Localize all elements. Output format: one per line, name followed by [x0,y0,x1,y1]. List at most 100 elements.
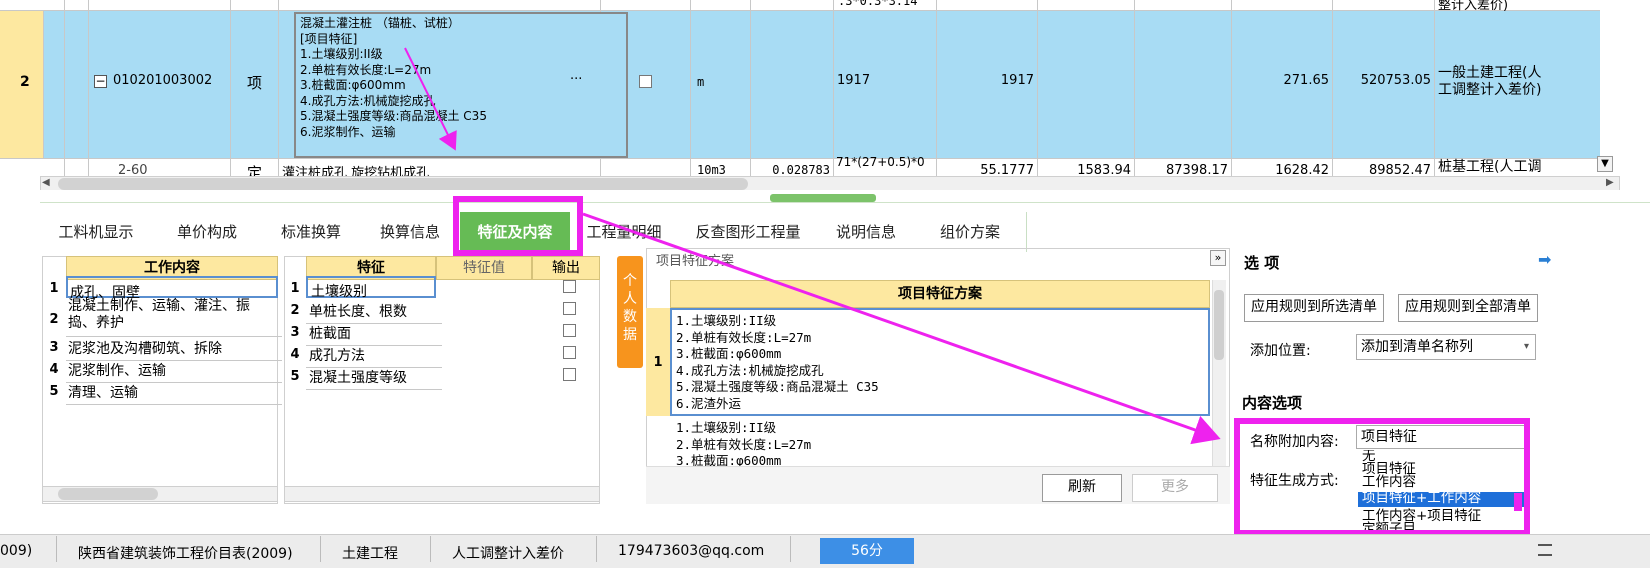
row-number: 2 [290,303,300,318]
category-line: 工调整计入差价) [1438,82,1542,98]
item-category: 一般土建工程(人 工调整计入差价) [1438,65,1541,99]
feature-output-checkbox[interactable] [563,280,576,293]
feature-output-checkbox[interactable] [563,368,576,381]
sub-item-coef: 0.028783 [772,163,830,177]
scheme-line: 3.桩截面:φ600mm [676,346,782,361]
row-number: 5 [49,384,59,399]
tab-reverse-query[interactable]: 反查图形工程量 [678,212,819,252]
work-content-text: 捣、养护 [68,315,124,331]
chevron-down-icon: ▾ [1523,341,1529,352]
ellipsis-button[interactable]: ··· [570,72,582,87]
scheme-item[interactable]: 1.土壤级别:II级 2.单桩有效长度:L=27m 3.桩截面:φ600mm [670,418,1210,466]
scheme-item[interactable]: 1.土壤级别:II级 2.单桩有效长度:L=27m 3.桩截面:φ600mm 4… [670,308,1210,416]
row-checkbox[interactable] [639,75,652,88]
quantity: 1917 [1000,73,1034,88]
score-badge[interactable]: 56分 [820,538,914,564]
desc-line: [项目特征] [300,31,358,46]
collapse-toggle-icon[interactable]: − [94,75,107,88]
row-number: 4 [49,362,59,377]
tab-conversion-info[interactable]: 换算信息 [360,212,461,252]
scheme-line: 5.混凝土强度等级:商品混凝土 C35 [676,379,879,394]
splitter-line [40,202,1650,203]
scheme-line: 1.土壤级别:II级 [676,313,777,328]
scheme-title: 项目特征方案 [656,254,735,269]
refresh-button[interactable]: 刷新 [1042,474,1122,502]
work-content-item[interactable]: 混凝土制作、运输、灌注、振 捣、养护 [66,298,282,337]
partial-category: 整计入差价) [1438,0,1509,13]
item-type: 项 [247,74,263,92]
total-price: 520753.05 [1360,73,1431,88]
feature-text: 混凝土强度等级 [309,370,407,386]
feature-name[interactable]: 混凝土强度等级 [306,364,442,390]
status-account: 179473603@qq.com [618,543,765,559]
scroll-right-icon[interactable]: ▶ [1606,177,1614,188]
row-number: 1 [49,281,59,296]
feature-output-checkbox[interactable] [563,302,576,315]
row-number: 2 [49,312,59,327]
scheme-line: 2.单桩有效长度:L=27m [676,436,812,452]
status-discipline: 土建工程 [342,546,398,562]
row-number: 2 [20,74,30,90]
status-price-table: 陕西省建筑装饰工程价目表(2009) [78,546,293,562]
status-adjustment: 人工调整计入差价 [452,546,564,562]
scroll-left-icon[interactable]: ◀ [42,177,50,188]
work-content-text: 混凝土制作、运输、灌注、振 [68,298,250,314]
unit-price: 271.65 [1283,73,1330,88]
options-highlight-box [1234,418,1530,536]
desc-line: 混凝土灌注桩 （锚桩、试桩） [300,16,460,30]
tab-unit-price[interactable]: 单价构成 [152,212,263,252]
category-dropdown-icon[interactable]: ▼ [1597,156,1613,172]
tab-material-machine[interactable]: 工料机显示 [40,212,153,252]
feature-output-checkbox[interactable] [563,324,576,337]
quantity-expression[interactable]: 1917 [837,73,870,88]
tab-char: 个 [623,273,637,289]
scheme-line: 1.土壤级别:II级 [676,420,777,435]
features-hscrollbar[interactable] [284,486,600,502]
tab-pricing-scheme[interactable]: 组价方案 [914,212,1027,252]
work-content-text: 清理、运输 [68,385,138,401]
personal-data-tab[interactable]: 个 人 数 据 [617,256,643,368]
desc-line: 6.泥浆制作、运输 [300,124,396,139]
work-content-text: 泥浆池及沟槽砌筑、拆除 [68,341,222,357]
feature-value-header: 特征值 [436,256,532,280]
row-number: 1 [653,355,663,370]
row-number: 5 [290,369,300,384]
work-content-scroll-thumb[interactable] [58,488,158,500]
options-title: 选 项 [1244,254,1280,272]
collapse-panel-icon[interactable]: » [1210,250,1226,266]
expand-arrow-icon[interactable]: ➡ [1538,250,1551,269]
add-position-select[interactable]: 添加到清单名称列 ▾ [1356,334,1536,360]
scheme-vscroll-thumb[interactable] [1214,290,1224,360]
row-number: 1 [290,281,300,296]
feature-output-checkbox[interactable] [563,346,576,359]
quota-grid: .3*0.3*3.14 整计入差价) 2 − 010201003002 项 混凝… [0,0,1650,190]
more-button[interactable]: 更多 [1132,474,1218,502]
select-value: 添加到清单名称列 [1361,339,1473,355]
work-content-item[interactable]: 成孔、固壁 [66,276,278,301]
content-options-title: 内容选项 [1242,394,1303,412]
partial-expression: .3*0.3*3.14 [838,0,918,8]
tab-quantity-detail[interactable]: 工程量明细 [570,212,679,252]
feature-text: 桩截面 [309,326,351,342]
desc-line: 5.混凝土强度等级:商品混凝土 C35 [300,109,487,123]
feature-text: 单桩长度、根数 [309,304,407,320]
apply-selected-button[interactable]: 应用规则到所选清单 [1244,294,1384,322]
work-content-item[interactable]: 清理、运输 [66,380,282,405]
tab-description-info[interactable]: 说明信息 [818,212,915,252]
top-grid-hscroll-thumb[interactable] [58,178,748,190]
tab-char: 数 [623,309,637,325]
item-code[interactable]: 010201003002 [113,73,212,88]
row-number: 4 [290,347,300,362]
scheme-line: 6.泥渣外运 [676,395,742,411]
category-line: 一般土建工程(人 [1438,65,1542,81]
desc-line: 4.成孔方法:机械旋挖成孔 [300,93,436,108]
scheme-line: 4.成孔方法:机械旋挖成孔 [676,362,824,378]
tab-char: 人 [623,291,637,307]
splitter-handle[interactable] [770,194,876,202]
feature-name[interactable]: 土壤级别 [306,276,436,300]
apply-all-button[interactable]: 应用规则到全部清单 [1398,294,1538,322]
sub-item-category: 桩基工程(人工调 [1438,159,1542,175]
menu-icon[interactable] [1538,544,1552,556]
sub-item-expr: 71*(27+0.5)*0 [836,155,925,169]
tab-standard-conversion[interactable]: 标准换算 [262,212,361,252]
